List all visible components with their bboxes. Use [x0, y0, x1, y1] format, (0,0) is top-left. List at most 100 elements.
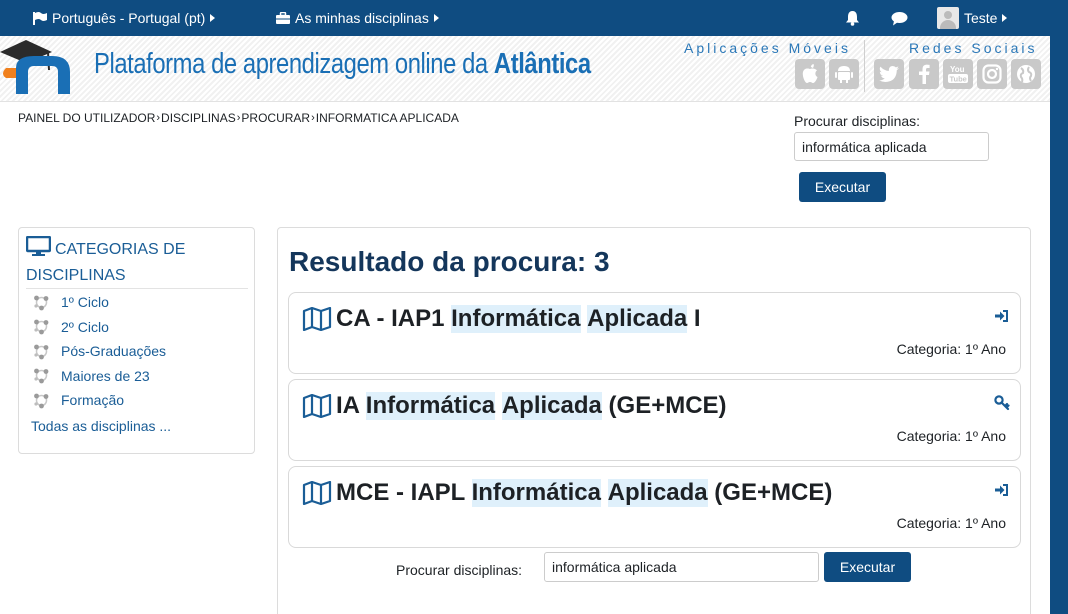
search-submit-button[interactable]: Executar	[799, 172, 886, 202]
category-icon	[34, 344, 49, 360]
breadcrumb-search[interactable]: PROCURAR	[241, 111, 310, 125]
breadcrumb-separator: ›	[156, 112, 161, 124]
course-categories-block: CATEGORIAS DE DISCIPLINAS 1º Ciclo 2º Ci…	[18, 227, 255, 454]
course-title-link[interactable]: CA - IAP1 Informática Aplicada I	[302, 305, 701, 333]
breadcrumb-separator: ›	[236, 112, 241, 124]
top-navbar: Português - Portugal (pt) As minhas disc…	[0, 0, 1068, 36]
course-title-link[interactable]: MCE - IAPL Informática Aplicada (GE+MCE)	[302, 479, 832, 507]
caret-right-icon	[433, 14, 439, 22]
social-networks-label: Redes Sociais	[909, 40, 1038, 56]
notifications-button[interactable]	[845, 0, 860, 36]
course-result-card: MCE - IAPL Informática Aplicada (GE+MCE)…	[288, 466, 1021, 548]
highlighted-term: Aplicada	[587, 305, 688, 333]
category-label: Maiores de 23	[61, 367, 150, 384]
category-label: 1º Ciclo	[61, 294, 109, 311]
instagram-icon[interactable]	[977, 59, 1007, 89]
course-title-prefix: MCE - IAPL	[336, 479, 472, 506]
svg-text:You: You	[950, 65, 965, 74]
course-category: Categoria: 1º Ano	[896, 515, 1006, 531]
course-title-prefix: CA - IAP1	[336, 305, 452, 332]
svg-text:Tube: Tube	[950, 75, 967, 84]
messages-button[interactable]	[891, 0, 908, 36]
bell-icon	[846, 11, 859, 26]
category-icon	[34, 319, 49, 335]
categories-block-title: CATEGORIAS DE DISCIPLINAS	[26, 236, 248, 289]
highlighted-term: Aplicada	[607, 479, 708, 507]
enrol-icon[interactable]	[994, 482, 1010, 498]
right-edge-strip	[1050, 36, 1068, 614]
breadcrumb: PAINEL DO UTILIZADOR › DISCIPLINAS › PRO…	[18, 111, 459, 125]
site-title-brand: Atlântica	[493, 48, 591, 80]
apple-icon[interactable]	[795, 59, 825, 89]
results-heading: Resultado da procura: 3	[289, 246, 610, 277]
breadcrumb-courses[interactable]: DISCIPLINAS	[161, 111, 236, 125]
highlighted-term: Informática	[451, 305, 581, 333]
category-label: Formação	[61, 392, 125, 409]
enrol-icon[interactable]	[994, 308, 1010, 324]
user-name: Teste	[964, 10, 998, 26]
site-title: Plataforma de aprendizagem online da Atl…	[94, 48, 591, 81]
highlighted-term: Informática	[471, 479, 601, 507]
chat-icon	[891, 11, 908, 25]
globe-icon[interactable]	[1011, 59, 1041, 89]
course-category: Categoria: 1º Ano	[896, 428, 1006, 444]
search-label: Procurar disciplinas:	[794, 113, 921, 129]
youtube-icon[interactable]: You Tube	[943, 59, 973, 89]
caret-right-icon	[1002, 14, 1008, 22]
language-label: Português - Portugal (pt)	[52, 10, 206, 26]
map-icon	[302, 394, 332, 418]
category-label: Pós-Graduações	[61, 343, 167, 360]
site-title-prefix: Plataforma de aprendizagem online da	[94, 48, 494, 80]
flag-icon	[33, 11, 47, 25]
category-label: 2º Ciclo	[61, 318, 109, 335]
mobile-apps-label: Aplicações Móveis	[684, 40, 851, 56]
category-icon	[34, 393, 49, 409]
my-courses-label: As minhas disciplinas	[295, 10, 429, 26]
course-title-prefix: IA	[336, 392, 366, 419]
course-result-card: IA Informática Aplicada (GE+MCE) Categor…	[288, 379, 1021, 461]
bottom-search-label: Procurar disciplinas:	[396, 562, 523, 578]
bottom-search-input[interactable]	[544, 552, 819, 582]
course-title-suffix: (GE+MCE)	[707, 479, 833, 506]
android-icon[interactable]	[829, 59, 859, 89]
category-icon	[34, 368, 49, 384]
user-menu[interactable]: Teste	[937, 0, 1008, 36]
header-divider	[864, 40, 865, 92]
course-title-link[interactable]: IA Informática Aplicada (GE+MCE)	[302, 392, 727, 420]
category-item[interactable]: 1º Ciclo	[33, 290, 166, 315]
all-courses-link[interactable]: Todas as disciplinas ...	[31, 418, 171, 434]
course-result-card: CA - IAP1 Informática Aplicada I Categor…	[288, 292, 1021, 374]
category-item[interactable]: Maiores de 23	[33, 364, 166, 389]
breadcrumb-dashboard[interactable]: PAINEL DO UTILIZADOR	[18, 111, 155, 125]
bottom-search-submit-button[interactable]: Executar	[824, 552, 911, 582]
category-item[interactable]: Formação	[33, 388, 166, 413]
site-logo[interactable]	[0, 38, 86, 96]
key-icon[interactable]	[994, 395, 1010, 411]
breadcrumb-current: INFORMATICA APLICADA	[315, 111, 459, 125]
category-item[interactable]: Pós-Graduações	[33, 339, 166, 364]
category-icon	[34, 295, 49, 311]
breadcrumb-separator: ›	[311, 112, 315, 124]
facebook-icon[interactable]	[909, 59, 939, 89]
caret-right-icon	[210, 14, 216, 22]
category-list: 1º Ciclo 2º Ciclo Pós-Graduações Maiores…	[33, 290, 166, 413]
course-title-suffix: (GE+MCE)	[601, 392, 727, 419]
course-title-suffix: I	[687, 305, 701, 332]
briefcase-icon	[276, 12, 290, 24]
map-icon	[302, 481, 332, 505]
monitor-icon	[26, 236, 51, 256]
search-input[interactable]	[794, 132, 989, 161]
category-item[interactable]: 2º Ciclo	[33, 315, 166, 340]
course-category: Categoria: 1º Ano	[896, 341, 1006, 357]
highlighted-term: Aplicada	[501, 392, 602, 420]
twitter-icon[interactable]	[874, 59, 904, 89]
highlighted-term: Informática	[365, 392, 496, 420]
header-banner: Plataforma de aprendizagem online da Atl…	[0, 36, 1050, 102]
language-menu[interactable]: Português - Portugal (pt)	[33, 0, 216, 36]
my-courses-menu[interactable]: As minhas disciplinas	[276, 0, 439, 36]
map-icon	[302, 307, 332, 331]
avatar	[937, 7, 959, 29]
